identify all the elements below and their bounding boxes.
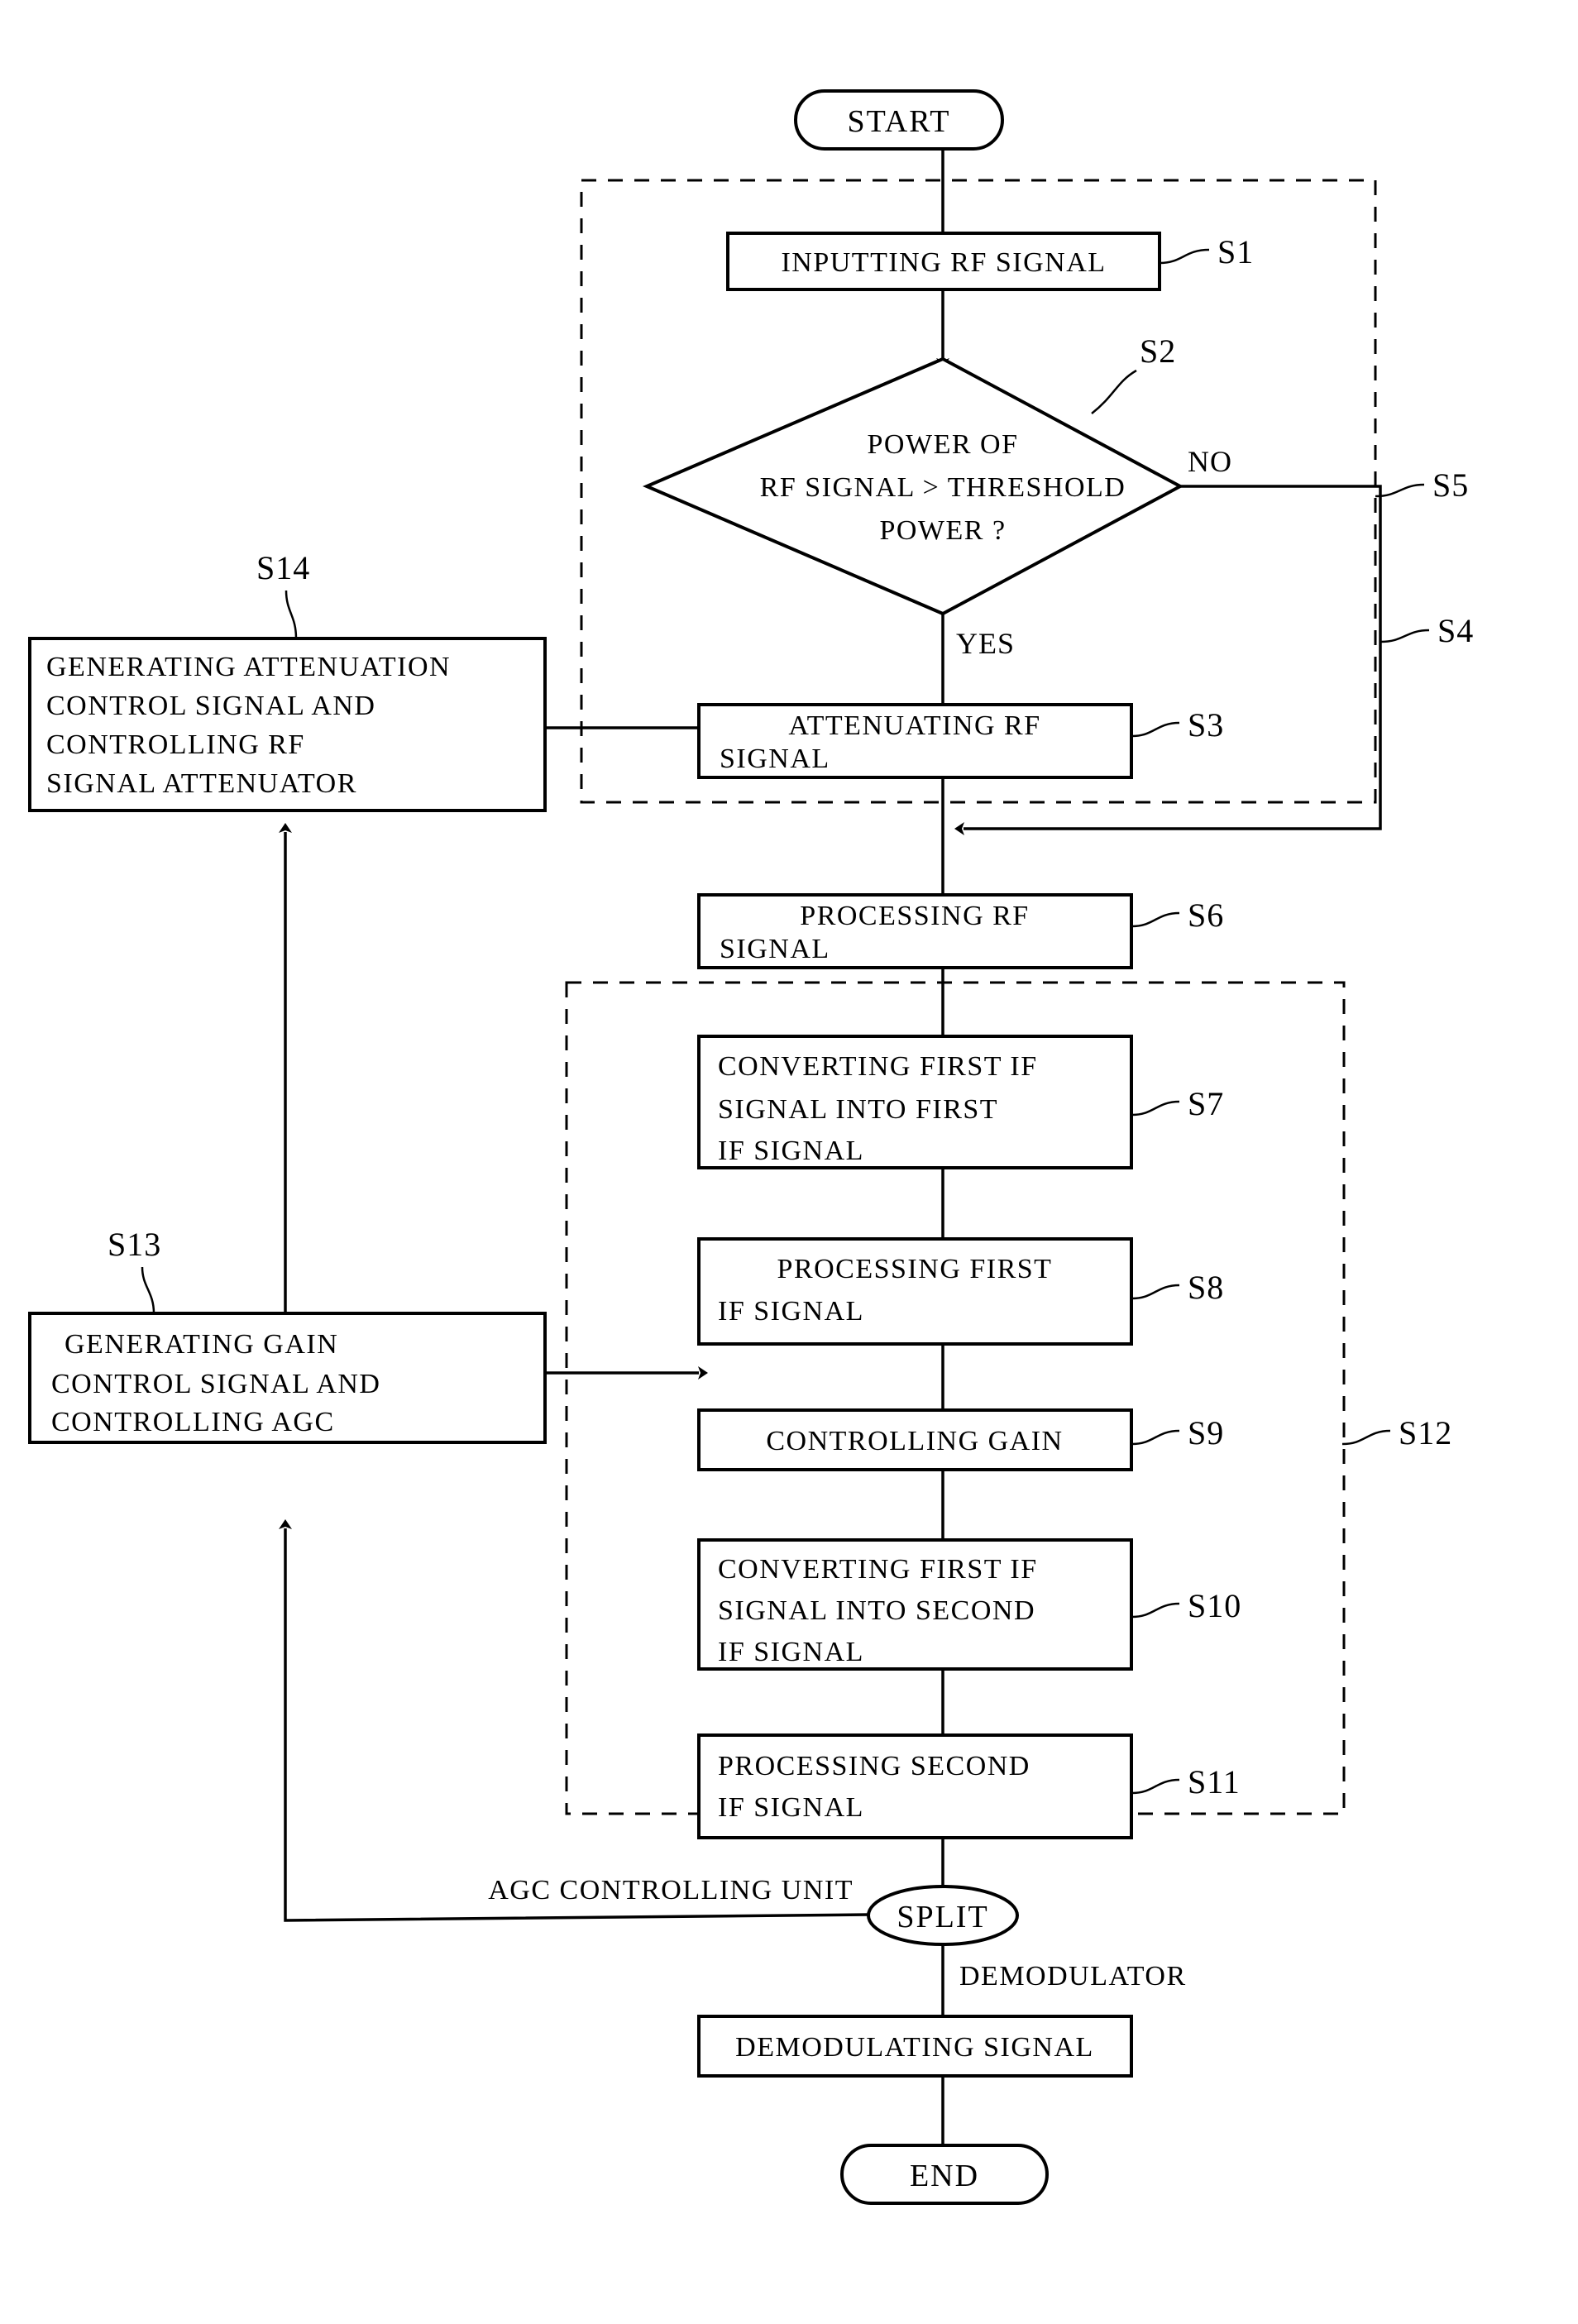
node-s13-line-0: GENERATING GAIN <box>65 1329 338 1360</box>
node-s7-line-0: CONVERTING FIRST IF <box>718 1051 1038 1082</box>
edge-label-agc-controlling-unit: AGC CONTROLLING UNIT <box>488 1875 854 1906</box>
ref-s10: S10 <box>1188 1587 1241 1624</box>
node-demod-label: DEMODULATING SIGNAL <box>735 2032 1094 2063</box>
leader-s1 <box>1159 248 1210 265</box>
node-s10-line-2: IF SIGNAL <box>718 1637 864 1667</box>
ref-s9: S9 <box>1188 1414 1224 1451</box>
node-s2-line-2: POWER ? <box>879 515 1006 546</box>
ref-s7: S7 <box>1188 1085 1224 1122</box>
node-s8-line-0: PROCESSING FIRST <box>777 1254 1053 1284</box>
ref-s8: S8 <box>1188 1269 1224 1306</box>
node-s14-line-3: SIGNAL ATTENUATOR <box>46 768 357 799</box>
node-end-label: END <box>910 2159 979 2193</box>
node-s9-line-0: CONTROLLING GAIN <box>766 1426 1063 1456</box>
edge-label-no: NO <box>1188 445 1232 478</box>
leader-s10 <box>1131 1602 1180 1619</box>
ref-s1: S1 <box>1217 233 1254 270</box>
ref-s2: S2 <box>1140 332 1176 370</box>
node-s11-line-1: IF SIGNAL <box>718 1792 864 1823</box>
leader-s7 <box>1131 1100 1180 1117</box>
leader-s14 <box>285 590 298 639</box>
leader-s5 <box>1375 483 1425 498</box>
leader-s13 <box>141 1266 155 1314</box>
node-s7-line-2: IF SIGNAL <box>718 1136 864 1166</box>
node-s2-line-1: RF SIGNAL > THRESHOLD <box>760 472 1126 503</box>
leader-s4 <box>1380 629 1430 643</box>
leader-s6 <box>1131 911 1180 928</box>
ref-s6: S6 <box>1188 897 1224 934</box>
leader-s9 <box>1131 1429 1180 1446</box>
ref-s3: S3 <box>1188 706 1224 744</box>
node-s6-line-1: SIGNAL <box>720 934 830 964</box>
node-s11-line-0: PROCESSING SECOND <box>718 1751 1030 1781</box>
ref-s4: S4 <box>1437 612 1474 649</box>
edge-label-demodulator: DEMODULATOR <box>959 1961 1187 1992</box>
node-s1-label: INPUTTING RF SIGNAL <box>781 247 1106 278</box>
node-s3-line-1: SIGNAL <box>720 744 830 774</box>
node-start-label: START <box>847 104 950 139</box>
node-s14-line-2: CONTROLLING RF <box>46 729 305 760</box>
ref-s11: S11 <box>1188 1763 1241 1800</box>
edge-label-yes: YES <box>956 627 1015 660</box>
leader-s8 <box>1131 1284 1180 1300</box>
node-s10-line-0: CONVERTING FIRST IF <box>718 1554 1038 1585</box>
leader-s12 <box>1341 1429 1391 1446</box>
leader-s3 <box>1131 721 1180 738</box>
ref-s12: S12 <box>1399 1414 1452 1451</box>
node-s13-line-1: CONTROL SIGNAL AND <box>51 1369 380 1399</box>
node-s10-line-1: SIGNAL INTO SECOND <box>718 1595 1035 1626</box>
ref-s13: S13 <box>108 1226 161 1263</box>
leader-s2 <box>1091 369 1137 414</box>
node-s2-line-0: POWER OF <box>868 429 1019 460</box>
node-s7-line-1: SIGNAL INTO FIRST <box>718 1094 998 1125</box>
node-s14-line-1: CONTROL SIGNAL AND <box>46 691 375 721</box>
node-split-label: SPLIT <box>897 1900 988 1934</box>
node-s14-line-0: GENERATING ATTENUATION <box>46 652 451 682</box>
ref-s14: S14 <box>256 549 310 586</box>
node-s3-line-0: ATTENUATING RF <box>788 710 1040 741</box>
leader-s11 <box>1131 1778 1180 1795</box>
flowchart-canvas: START INPUTTING RF SIGNAL S1 POWER OF RF… <box>0 0 1578 2324</box>
node-s8-line-1: IF SIGNAL <box>718 1296 864 1327</box>
ref-s5: S5 <box>1432 466 1469 504</box>
node-s6-line-0: PROCESSING RF <box>800 901 1029 931</box>
node-s13-line-2: CONTROLLING AGC <box>51 1407 335 1437</box>
